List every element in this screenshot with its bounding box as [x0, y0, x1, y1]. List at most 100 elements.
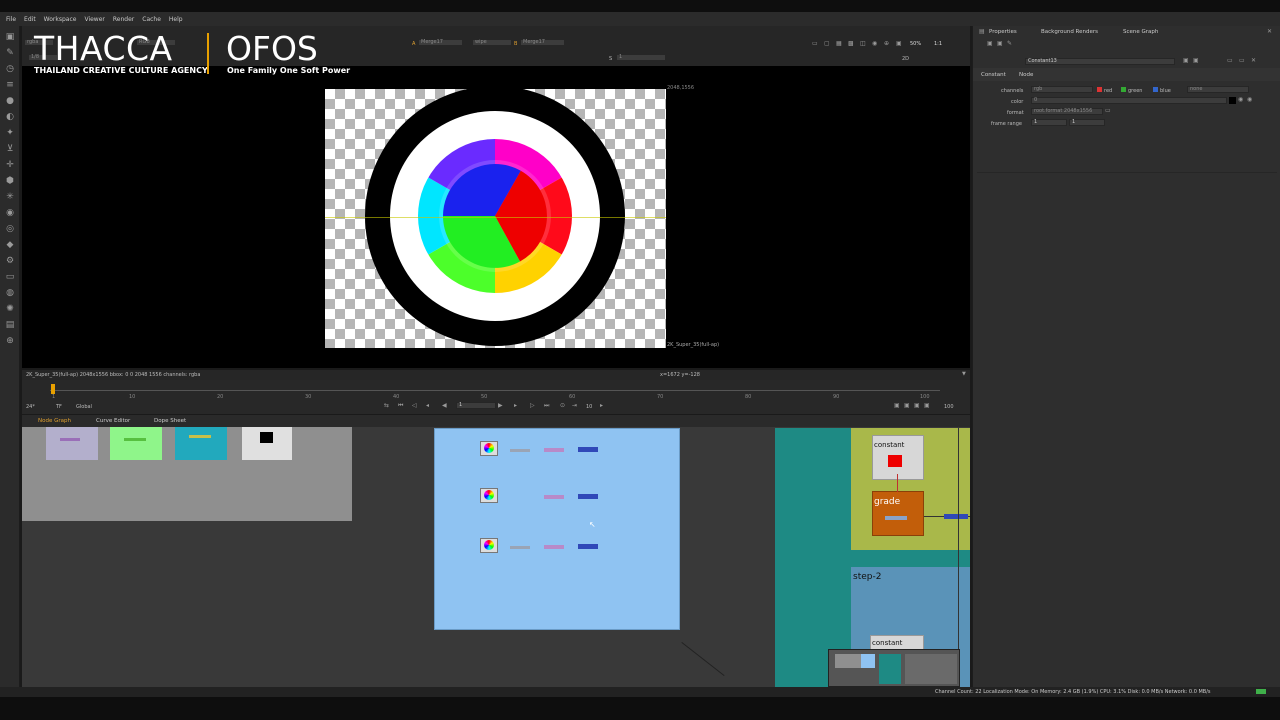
zoom-select[interactable]: 50%	[910, 41, 921, 47]
green-checkbox[interactable]	[1121, 87, 1126, 92]
grade-node[interactable]: grade	[872, 491, 924, 536]
ratio-select[interactable]: 1:1	[934, 41, 942, 47]
info-expand-icon[interactable]: ▼	[962, 371, 966, 377]
next-key-icon[interactable]: ▷	[530, 402, 535, 409]
timeline-track[interactable]	[50, 390, 940, 391]
close-node-icon[interactable]: ✕	[1251, 57, 1256, 64]
merge-tool-icon[interactable]: ⊻	[5, 144, 15, 154]
roi-icon[interactable]: ▭	[812, 40, 818, 47]
color-wheel-icon[interactable]: ◉	[1247, 96, 1252, 103]
edit-panel-icon[interactable]: ✎	[1007, 40, 1012, 47]
panel-menu-icon[interactable]: ▤	[979, 28, 985, 35]
draw-tool-icon[interactable]: ✎	[5, 48, 15, 58]
step-field[interactable]: 10	[586, 404, 592, 410]
image-tool-icon[interactable]: ▣	[5, 32, 15, 42]
node-blue[interactable]	[578, 447, 598, 452]
filter-tool-icon[interactable]: ◐	[5, 112, 15, 122]
red-checkbox[interactable]	[1097, 87, 1102, 92]
toolsets-tool-icon[interactable]: ⚙	[5, 256, 15, 266]
skip-icon[interactable]: ⇥	[572, 402, 577, 409]
node-cyan[interactable]	[175, 427, 227, 460]
node-help-icon[interactable]: ▣	[1183, 57, 1189, 64]
node-pink[interactable]	[544, 448, 564, 452]
lut-icon[interactable]: ◉	[872, 40, 877, 47]
render-icon[interactable]: ▣	[904, 402, 910, 409]
lock-panel-icon[interactable]: ▣	[987, 40, 993, 47]
node-pink[interactable]	[544, 545, 564, 549]
keyer-tool-icon[interactable]: ✦	[5, 128, 15, 138]
menu-render[interactable]: Render	[113, 16, 134, 23]
tab-background-renders[interactable]: Background Renders	[1041, 29, 1098, 35]
menu-file[interactable]: File	[6, 16, 16, 23]
mask-icon[interactable]: ▦	[836, 40, 842, 47]
node-blue[interactable]	[578, 544, 598, 549]
airmanager-tool-icon[interactable]: ✺	[5, 304, 15, 314]
current-frame-field[interactable]: 1	[456, 402, 496, 409]
transform-tool-icon[interactable]: ✛	[5, 160, 15, 170]
node-purple[interactable]	[46, 427, 98, 460]
tab-properties[interactable]: Properties	[989, 29, 1017, 35]
channels-select[interactable]: rgb	[1031, 86, 1093, 93]
timeline-playhead[interactable]	[51, 384, 55, 394]
metadata-tool-icon[interactable]: ◆	[5, 240, 15, 250]
goto-end-icon[interactable]: ⏭	[544, 402, 549, 410]
particles-tool-icon[interactable]: ✳	[5, 192, 15, 202]
step-forward-10-icon[interactable]: ▸	[600, 402, 603, 409]
fps-select[interactable]: 24*	[26, 404, 35, 410]
color-tool-icon[interactable]: ●	[5, 96, 15, 106]
tab-scene-graph[interactable]: Scene Graph	[1123, 29, 1158, 35]
goto-start-icon[interactable]: ⏮	[398, 402, 403, 410]
menu-help[interactable]: Help	[169, 16, 183, 23]
guides-icon[interactable]: ▢	[824, 40, 830, 47]
global-select[interactable]: Global	[76, 404, 92, 410]
play-back-icon[interactable]: ◀	[442, 402, 447, 409]
frame-range-start[interactable]: 1	[1031, 119, 1067, 126]
node-revert-icon[interactable]: ▣	[1193, 57, 1199, 64]
tf-select[interactable]: TF	[56, 404, 62, 410]
node-graph-navigator[interactable]	[828, 649, 960, 687]
grid-icon[interactable]: ▩	[848, 40, 854, 47]
node-green[interactable]	[110, 427, 162, 460]
input-b-select[interactable]: Merge17	[520, 39, 565, 46]
blue-checkbox[interactable]	[1153, 87, 1158, 92]
frame-field[interactable]: 1	[616, 54, 666, 61]
frame-range-end[interactable]: 1	[1069, 119, 1105, 126]
node-name-field[interactable]: Constant13	[1025, 58, 1175, 65]
step-forward-icon[interactable]: ▸	[514, 402, 517, 409]
audio-icon[interactable]: ▣	[924, 402, 930, 409]
subtab-node[interactable]: Node	[1019, 72, 1033, 78]
flipbook-icon[interactable]: ▣	[894, 402, 900, 409]
view-mode-select[interactable]: 2D	[902, 56, 909, 62]
play-forward-icon[interactable]: ▶	[498, 402, 503, 409]
loop-icon[interactable]: ⊙	[560, 402, 565, 409]
panel-close-icon[interactable]: ✕	[1267, 28, 1272, 35]
deep-tool-icon[interactable]: ◉	[5, 208, 15, 218]
step-back-icon[interactable]: ◂	[426, 402, 429, 409]
extra-channel-select[interactable]: none	[1187, 86, 1249, 93]
subtab-constant[interactable]: Constant	[981, 72, 1006, 78]
constant-node[interactable]: constant	[872, 435, 924, 480]
wipe-select[interactable]: wipe	[472, 39, 512, 46]
prev-key-icon[interactable]: ◁	[412, 402, 417, 409]
plugin-tool-icon[interactable]: ⊕	[5, 336, 15, 346]
menu-edit[interactable]: Edit	[24, 16, 36, 23]
menu-viewer[interactable]: Viewer	[84, 16, 104, 23]
node-blue[interactable]	[944, 514, 968, 519]
maximize-panel-icon[interactable]: ▭	[1239, 57, 1245, 64]
views-tool-icon[interactable]: ◎	[5, 224, 15, 234]
float-panel-icon[interactable]: ▭	[1227, 57, 1233, 64]
end-frame-field[interactable]: 100	[944, 404, 954, 410]
node-pink[interactable]	[544, 495, 564, 499]
lock-range-icon[interactable]: ▣	[914, 402, 920, 409]
furnace-tool-icon[interactable]: ◍	[5, 288, 15, 298]
color-picker-icon[interactable]: ◉	[1238, 96, 1243, 103]
channel-tool-icon[interactable]: ≡	[5, 80, 15, 90]
playback-mode-icon[interactable]: ⇆	[384, 402, 389, 409]
cara-tool-icon[interactable]: ▤	[5, 320, 15, 330]
menu-cache[interactable]: Cache	[142, 16, 161, 23]
tab-dope-sheet[interactable]: Dope Sheet	[154, 418, 186, 424]
other-tool-icon[interactable]: ▭	[5, 272, 15, 282]
input-a-select[interactable]: Merge17	[418, 39, 463, 46]
backdrop-blue[interactable]	[434, 428, 680, 630]
node-blue[interactable]	[578, 494, 598, 499]
